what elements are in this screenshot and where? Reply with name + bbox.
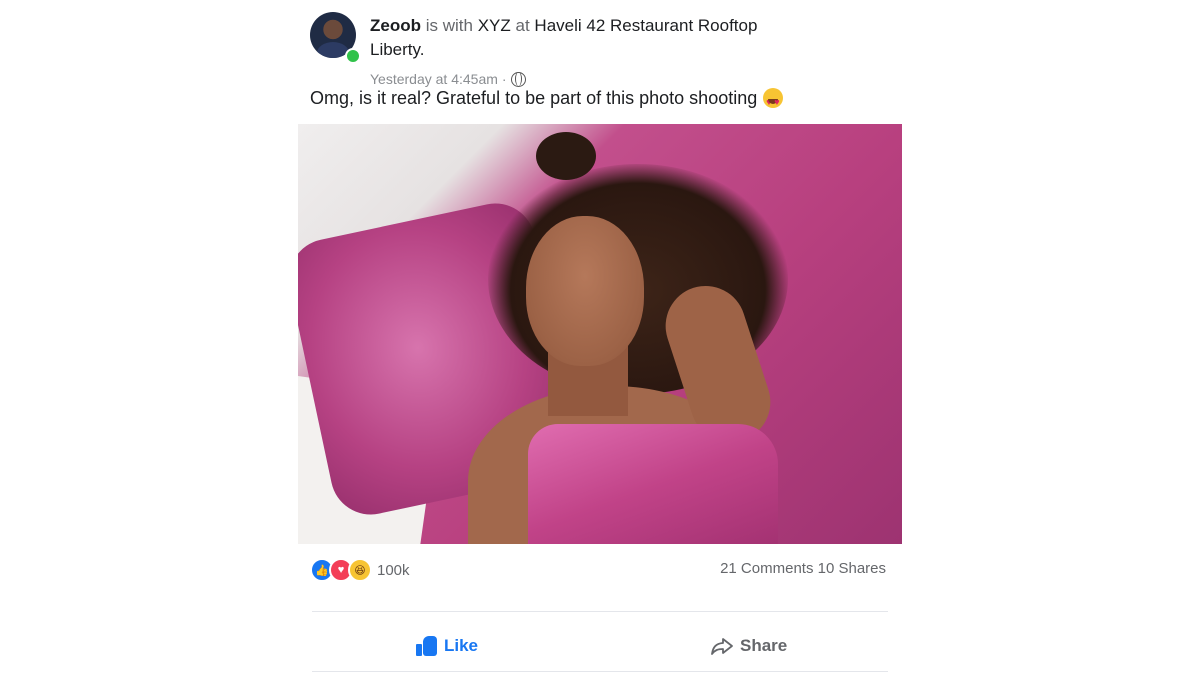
photo-face xyxy=(526,216,644,366)
post-header: Zeoob is with XYZ at Haveli 42 Restauran… xyxy=(310,12,890,87)
divider-top xyxy=(312,611,888,612)
reactions-summary[interactable]: 👍 ♥ 😆 100k xyxy=(310,558,410,582)
share-button[interactable]: Share xyxy=(710,632,787,660)
share-arrow-icon xyxy=(711,638,733,655)
post-byline: Zeoob is with XYZ at Haveli 42 Restauran… xyxy=(370,14,790,62)
heart-eyes-emoji-icon xyxy=(763,88,784,114)
location-line2[interactable]: Liberty. xyxy=(370,40,425,59)
with-text: is with xyxy=(425,16,473,35)
like-button[interactable]: Like xyxy=(416,632,478,660)
facebook-post: Zeoob is with XYZ at Haveli 42 Restauran… xyxy=(298,0,902,675)
reaction-count[interactable]: 100k xyxy=(377,562,410,579)
caption-text: Omg, is it real? Grateful to be part of … xyxy=(310,88,758,108)
post-footer: 👍 ♥ 😆 100k 21 Comments 10 Shares Like Sh… xyxy=(298,544,902,675)
tagged-user[interactable]: XYZ xyxy=(478,16,511,35)
at-text: at xyxy=(515,16,530,35)
post-caption: Omg, is it real? Grateful to be part of … xyxy=(310,86,784,114)
haha-reaction-icon: 😆 xyxy=(348,558,372,582)
photo-dress xyxy=(528,424,778,544)
share-label: Share xyxy=(740,636,788,655)
globe-icon[interactable] xyxy=(510,71,526,87)
author-name[interactable]: Zeoob xyxy=(370,16,421,35)
thumbs-up-icon xyxy=(416,636,438,656)
like-label: Like xyxy=(444,636,479,655)
online-status-indicator xyxy=(345,48,361,64)
divider-bottom xyxy=(312,671,888,672)
photo-hair-bun xyxy=(536,132,596,180)
post-photo[interactable] xyxy=(298,124,902,544)
comments-shares-count[interactable]: 21 Comments 10 Shares xyxy=(720,560,886,577)
location-line1[interactable]: Haveli 42 Restaurant Rooftop xyxy=(534,16,757,35)
